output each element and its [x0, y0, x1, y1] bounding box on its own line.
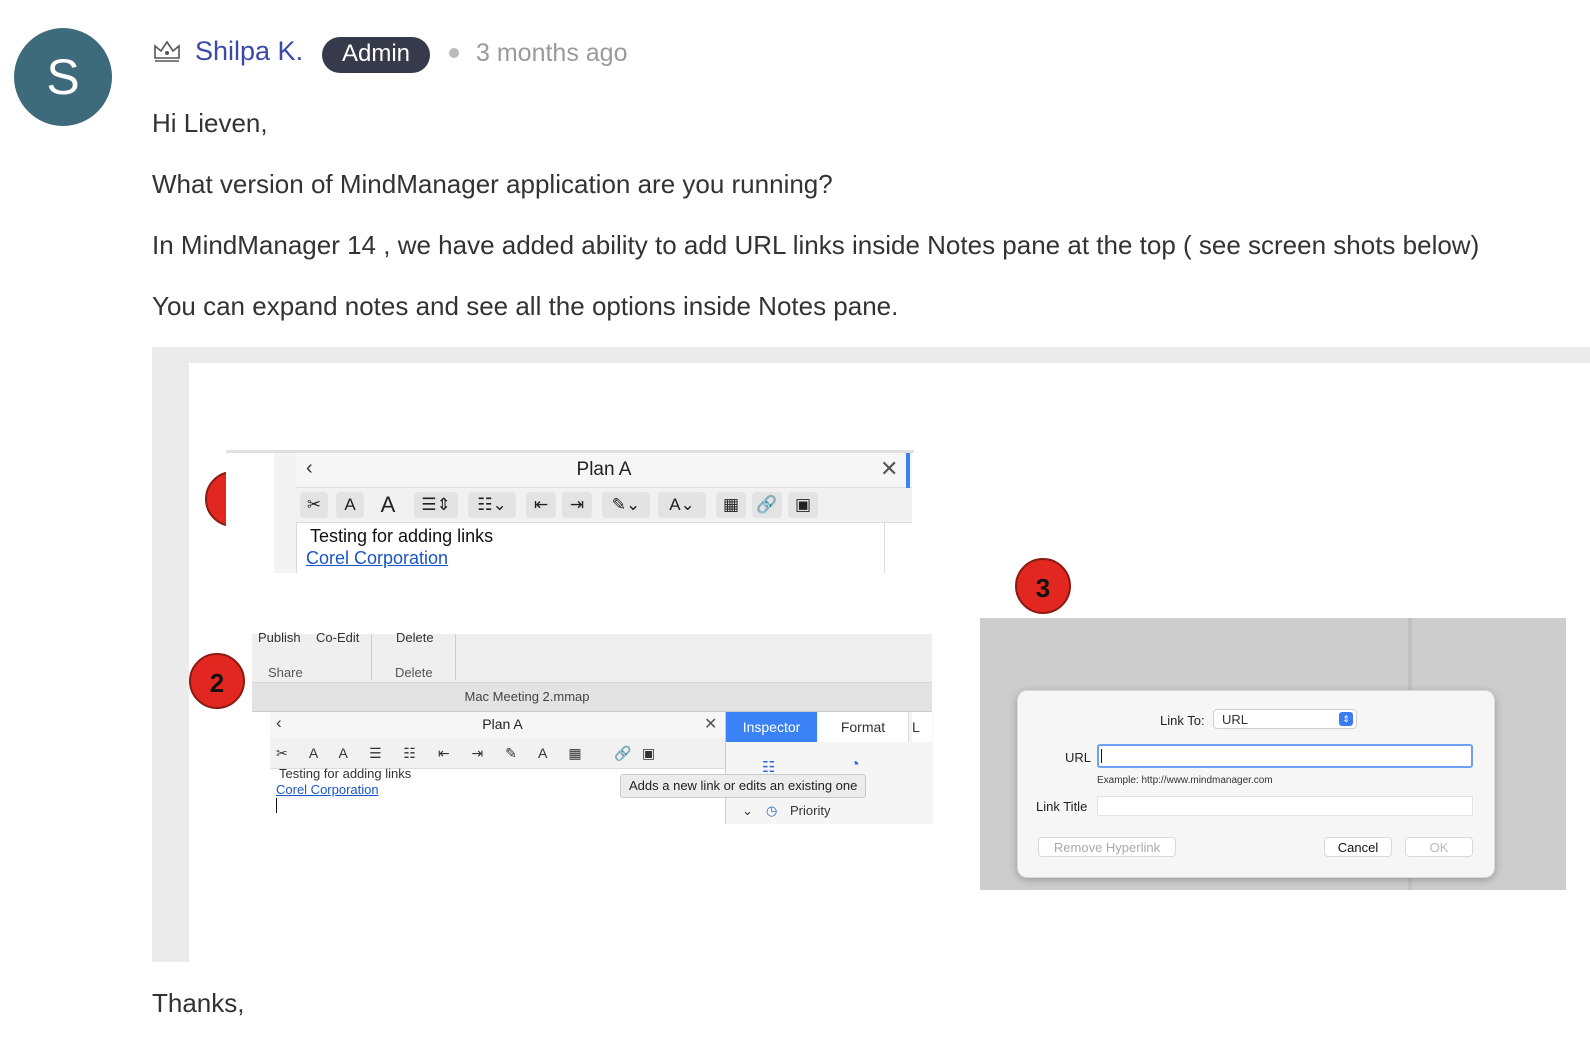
link-tooltip: Adds a new link or edits an existing one — [620, 774, 867, 798]
avatar[interactable]: S — [14, 28, 112, 126]
inspector-panel: Inspector Format L ☷ ◔ ⌄ ◷ Priority — [725, 712, 933, 824]
url-caret — [1101, 749, 1102, 763]
info-text: In MindManager 14 , we have added abilit… — [152, 230, 1480, 260]
ribbon-coedit[interactable]: Co-Edit — [316, 630, 359, 645]
link-title-label: Link Title — [1036, 799, 1088, 814]
align-icon[interactable]: ☰⇕ — [414, 492, 458, 518]
ribbon-group-share: Share — [268, 665, 303, 680]
remove-hyperlink-button[interactable]: Remove Hyperlink — [1038, 837, 1176, 857]
step-3-marker: 3 — [1015, 558, 1071, 614]
closing-text: Thanks, — [152, 988, 245, 1018]
notes-title: Plan A — [482, 716, 523, 732]
greeting-text: Hi Lieven, — [152, 108, 268, 138]
crown-icon — [154, 40, 180, 62]
chevron-down-icon[interactable]: ⌄ — [742, 803, 753, 819]
document-titlebar: Mac Meeting 2.mmap — [252, 683, 932, 712]
ribbon-group-delete: Delete — [395, 665, 433, 680]
ok-button[interactable]: OK — [1405, 837, 1473, 857]
url-input[interactable] — [1097, 744, 1473, 768]
font-size-icon[interactable]: A — [376, 492, 400, 518]
link-title-input[interactable] — [1097, 796, 1473, 816]
corel-link[interactable]: Corel Corporation — [276, 782, 379, 797]
ribbon: Publish Co-Edit Delete Share Delete — [252, 630, 932, 683]
note-text: Testing for adding links — [279, 766, 412, 781]
font-color-icon[interactable]: A⌄ — [658, 492, 706, 518]
notes-titlebar: ‹ Plan A ✕ — [296, 453, 912, 488]
post-timestamp[interactable]: 3 months ago — [476, 39, 628, 68]
cancel-button[interactable]: Cancel — [1324, 837, 1392, 857]
notes-titlebar: ‹ Plan A ✕ — [270, 712, 725, 739]
notes-toolbar: ✂ A A ☰⇕ ☷⌄ ⇤ ⇥ ✎⌄ A⌄ ▦ 🔗 ▣ — [296, 488, 912, 523]
corel-link[interactable]: Corel Corporation — [306, 548, 448, 569]
tree-item-priority[interactable]: Priority — [790, 803, 830, 818]
expand-text: You can expand notes and see all the opt… — [152, 291, 899, 321]
priority-icon: ◷ — [766, 803, 778, 818]
close-icon[interactable]: ✕ — [880, 456, 898, 482]
ribbon-divider — [371, 634, 372, 680]
notes-title: Plan A — [576, 459, 632, 480]
link-to-select[interactable]: URL — [1213, 709, 1357, 729]
left-strip — [274, 453, 297, 573]
highlight-icon[interactable]: ✎⌄ — [602, 492, 650, 518]
note-text: Testing for adding links — [310, 526, 494, 546]
link-icon[interactable]: 🔗 — [614, 745, 631, 762]
chevron-up-down-icon[interactable]: ⇕ — [1339, 712, 1353, 726]
question-text: What version of MindManager application … — [152, 169, 833, 199]
tab-format[interactable]: Format — [818, 712, 909, 742]
outdent-icon[interactable]: ⇤ — [526, 492, 556, 518]
admin-badge: Admin — [322, 37, 431, 73]
tab-inspector[interactable]: Inspector — [726, 712, 817, 742]
link-to-label: Link To: — [1160, 713, 1205, 728]
image-icon[interactable]: ▣ — [788, 492, 818, 518]
close-icon[interactable]: ✕ — [704, 714, 717, 734]
ribbon-publish[interactable]: Publish — [258, 630, 301, 645]
list-icon[interactable]: ☷⌄ — [468, 492, 516, 518]
url-label: URL — [1065, 750, 1092, 765]
document-title: Mac Meeting 2.mmap — [464, 689, 590, 704]
notes-pane-1: ‹ Plan A ✕ ✂ A A ☰⇕ ☷⌄ ⇤ ⇥ ✎⌄ A⌄ ▦ 🔗 ▣ T… — [226, 450, 914, 573]
ribbon-divider — [455, 634, 456, 680]
toolbar-icons[interactable]: ✂ A A ☰ ☷ ⇤ ⇥ ✎ A ▦ — [276, 745, 591, 762]
image-icon[interactable]: ▣ — [642, 745, 655, 762]
notes-toolbar: ✂ A A ☰ ☷ ⇤ ⇥ ✎ A ▦ 🔗 ▣ — [270, 738, 725, 769]
table-icon[interactable]: ▦ — [716, 492, 746, 518]
clock-icon[interactable]: ◔ — [850, 756, 860, 774]
separator-dot — [449, 48, 459, 58]
step-2-marker: 2 — [189, 653, 245, 709]
link-icon[interactable]: 🔗 — [752, 492, 782, 518]
indent-icon[interactable]: ⇥ — [562, 492, 592, 518]
ribbon-delete[interactable]: Delete — [396, 630, 434, 645]
url-example: Example: http://www.mindmanager.com — [1097, 775, 1273, 786]
text-style-icon[interactable]: A — [336, 492, 364, 518]
scrollbar[interactable] — [884, 523, 885, 573]
tab-l[interactable]: L — [912, 712, 932, 742]
author-name[interactable]: Shilpa K. — [195, 36, 303, 67]
format-painter-icon[interactable]: ✂ — [300, 492, 328, 518]
text-caret — [276, 798, 277, 813]
